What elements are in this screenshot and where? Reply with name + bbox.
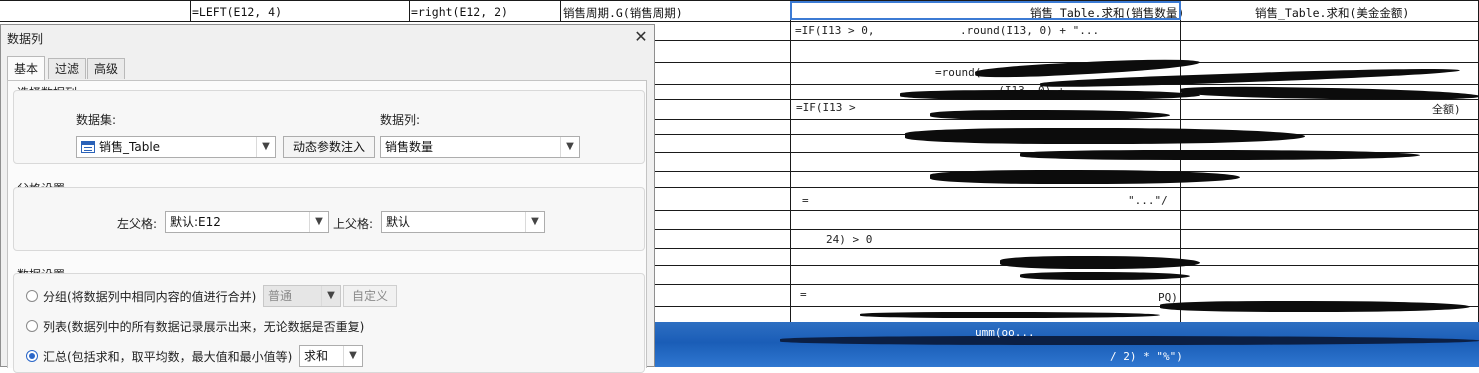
scribble-mark [860,312,1160,318]
grid-line [0,21,1479,22]
group-parent-settings [13,187,645,251]
band-text-fragment: umm(oo... [975,326,1035,339]
grid-line [790,0,791,367]
grid-line [655,40,1479,41]
scribble-mark [1020,150,1420,160]
column-value: 销售数量 [385,140,434,154]
chevron-down-icon: ▼ [343,346,362,366]
dialog-title: 数据列 [7,32,44,46]
top-parent-select[interactable]: 默认 ▼ [381,211,545,233]
scribble-mark [1020,272,1190,280]
formula-fragment[interactable]: = [800,288,807,301]
column-label: 数据列: [380,113,421,127]
grid-line [560,0,561,22]
radio-list[interactable] [26,320,38,332]
tab-filter[interactable]: 过滤 [48,58,86,79]
data-column-dialog: 数据列 ✕ 基本 过滤 高级 选择数据列 数据集: 销售_Table ▼ 动态参… [0,24,655,373]
grid-line [655,229,1479,230]
group-mode-select[interactable]: 普通 ▼ [263,285,341,307]
chevron-down-icon: ▼ [560,137,579,157]
top-parent-label: 上父格: [333,217,374,231]
band-text-fragment: / 2) * "%") [1110,350,1183,363]
grid-line [655,187,1479,188]
formula-fragment[interactable]: =IF(I13 > [796,101,856,114]
dataset-select[interactable]: 销售_Table ▼ [76,136,276,158]
tab-advanced[interactable]: 高级 [87,58,125,79]
tab-panel-basic: 选择数据列 数据集: 销售_Table ▼ 动态参数注入 数据列: 销售数量 ▼… [7,80,647,373]
chevron-down-icon: ▼ [309,212,328,232]
formula-fragment[interactable]: =IF(I13 > 0, [795,24,874,37]
summary-select[interactable]: 求和 ▼ [299,345,363,367]
cell-sum-amount[interactable]: 销售_Table.求和(美金金额) [1255,5,1409,21]
option-group-label[interactable]: 分组(将数据列中相同内容的值进行合并) [43,288,256,305]
table-icon [81,141,95,153]
formula-fragment[interactable]: = [802,194,809,207]
radio-group[interactable] [26,290,38,302]
tab-basic[interactable]: 基本 [7,56,45,80]
grid-line [1180,0,1181,367]
custom-button[interactable]: 自定义 [343,285,397,307]
grid-line [655,284,1479,285]
chevron-down-icon: ▼ [525,212,544,232]
scribble-mark [930,170,1240,184]
grid-line [655,248,1479,249]
dynamic-param-button[interactable]: 动态参数注入 [283,136,375,158]
close-icon[interactable]: ✕ [631,27,651,47]
selected-cell-frame [790,1,1181,20]
left-parent-value: 默认:E12 [170,215,221,229]
chevron-down-icon: ▼ [321,286,340,306]
formula-fragment[interactable]: 全额) [1432,101,1461,117]
scribble-mark [905,128,1305,144]
group-mode-value: 普通 [268,289,293,303]
column-select[interactable]: 销售数量 ▼ [380,136,580,158]
option-list-label[interactable]: 列表(数据列中的所有数据记录展示出来，无论数据是否重复) [43,318,364,335]
cell-sales-period[interactable]: 销售周期.G(销售周期) [563,5,683,21]
dataset-label: 数据集: [76,113,117,127]
cell-left-formula[interactable]: =LEFT(E12, 4) [192,5,282,19]
scribble-mark [930,110,1170,120]
formula-fragment[interactable]: "..."/ [1128,194,1168,207]
cell-right-formula[interactable]: =right(E12, 2) [411,5,508,19]
grid-line [0,0,1479,1]
grid-line [655,210,1479,211]
radio-summary[interactable] [26,350,38,362]
chevron-down-icon: ▼ [256,137,275,157]
grid-line [190,0,191,22]
left-parent-label: 左父格: [117,217,158,231]
scribble-mark [1000,256,1200,269]
formula-fragment[interactable]: .round(I13, 0) + "... [960,24,1099,37]
summary-value: 求和 [304,349,329,363]
grid-line [409,0,410,22]
top-parent-value: 默认 [386,215,411,229]
scribble-mark [780,336,1479,345]
formula-fragment[interactable]: 24) > 0 [826,233,872,246]
scribble-mark [900,90,1200,100]
scribble-mark [1160,301,1470,312]
option-summary-label[interactable]: 汇总(包括求和，取平均数，最大值和最小值等) [43,348,292,365]
dataset-value: 销售_Table [99,140,161,154]
left-parent-select[interactable]: 默认:E12 ▼ [165,211,329,233]
